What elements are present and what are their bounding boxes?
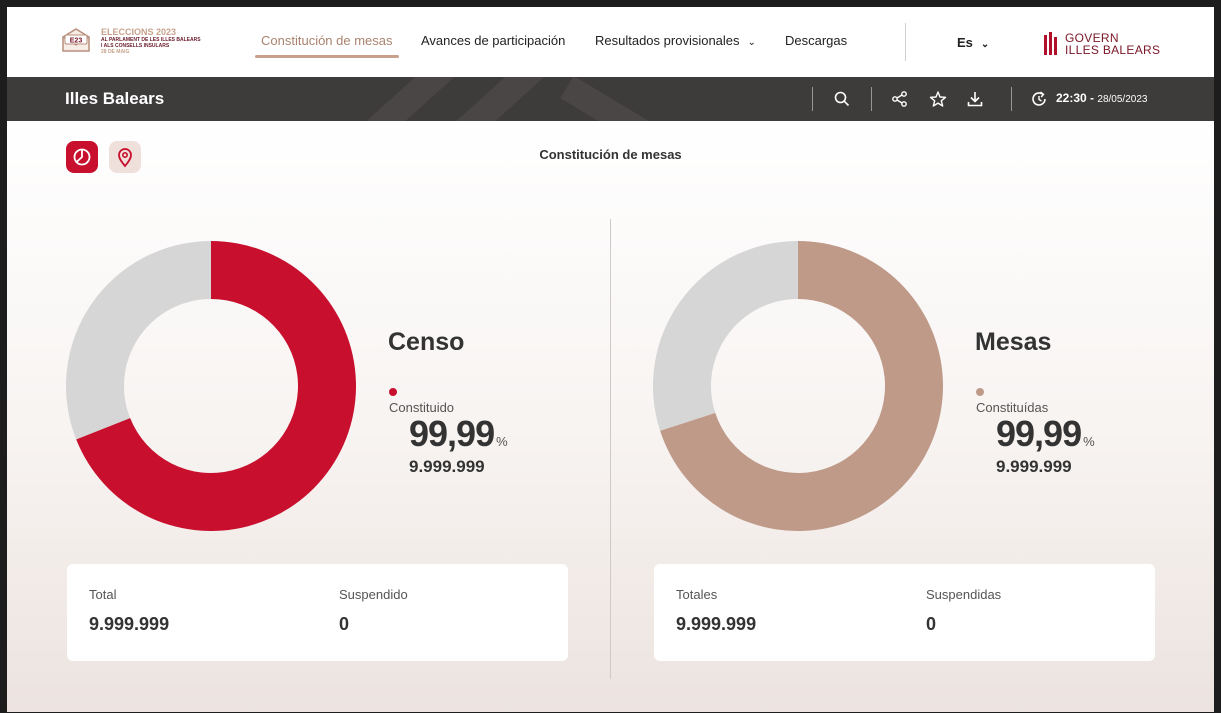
logo-line: ELECCIONS bbox=[101, 27, 154, 37]
refresh-clock-icon[interactable] bbox=[1030, 90, 1048, 108]
legend-dot bbox=[976, 388, 984, 396]
background-decoration bbox=[366, 77, 649, 121]
nav-descargas[interactable]: Descargas bbox=[785, 33, 847, 48]
bar-divider bbox=[871, 87, 872, 111]
count-value: 9.999.999 bbox=[996, 457, 1072, 476]
download-icon[interactable] bbox=[966, 90, 984, 108]
stat-value: 9.999.999 bbox=[676, 614, 757, 634]
search-icon[interactable] bbox=[833, 90, 851, 108]
panel-title: Censo bbox=[388, 328, 465, 356]
chevron-down-icon: ⌄ bbox=[747, 37, 756, 48]
donut-slice-remaining bbox=[66, 241, 211, 440]
share-icon[interactable] bbox=[891, 90, 909, 108]
app-window: E23 ELECCIONS 2023 AL PARLAMENT DE LES I… bbox=[7, 7, 1214, 712]
percent-value: 99,99% bbox=[996, 413, 1095, 454]
stat-label: Suspendido bbox=[339, 587, 408, 602]
stat-value: 0 bbox=[926, 614, 937, 634]
star-icon[interactable] bbox=[929, 90, 947, 108]
stat-label: Total bbox=[89, 587, 117, 602]
percent-value: 99,99% bbox=[409, 413, 508, 454]
govern-line: ILLES BALEARS bbox=[1065, 43, 1161, 57]
panel-title: Mesas bbox=[975, 328, 1052, 356]
chevron-down-icon: ⌄ bbox=[980, 39, 990, 50]
stat-label: Suspendidas bbox=[926, 587, 1002, 602]
page-title: Constitución de mesas bbox=[539, 147, 682, 162]
main-content: Constitución de mesas Censo Constituido … bbox=[7, 121, 1214, 712]
legend-item: Constituídas bbox=[976, 385, 1048, 415]
envelope-icon: E23 bbox=[62, 28, 90, 52]
donut-slice-remaining bbox=[653, 241, 798, 431]
legend-item: Constituido bbox=[389, 385, 454, 415]
panel-divider bbox=[610, 219, 611, 679]
nav-divider bbox=[905, 23, 906, 61]
count-value: 9.999.999 bbox=[409, 457, 485, 476]
censo-donut-chart bbox=[66, 241, 356, 531]
nav-constitucion-mesas[interactable]: Constitución de mesas bbox=[255, 33, 399, 58]
region-title: Illes Balears bbox=[65, 89, 165, 108]
stat-value: 0 bbox=[339, 614, 350, 634]
stat-label: Totales bbox=[676, 587, 718, 602]
govern-bars-icon bbox=[1044, 32, 1057, 55]
bar-divider bbox=[1011, 87, 1012, 111]
bar-divider bbox=[812, 87, 813, 111]
language-selector[interactable]: Es ⌄ bbox=[957, 35, 989, 50]
logo-badge: E23 bbox=[70, 38, 83, 45]
logo-line: 28 DE MAIG bbox=[101, 49, 130, 55]
top-navigation: E23 ELECCIONS 2023 AL PARLAMENT DE LES I… bbox=[7, 7, 1214, 77]
logo-year: 2023 bbox=[156, 27, 177, 37]
elections-logo[interactable]: E23 ELECCIONS 2023 AL PARLAMENT DE LES I… bbox=[57, 21, 227, 63]
logo-text: ELECCIONS 2023 AL PARLAMENT DE LES ILLES… bbox=[101, 27, 201, 55]
update-timestamp: 22:30 - 28/05/2023 bbox=[1056, 91, 1148, 105]
nav-avances-participacion[interactable]: Avances de participación bbox=[421, 33, 565, 48]
stat-value: 9.999.999 bbox=[89, 614, 170, 634]
stats-card: Totales 9.999.999 Suspendidas 0 bbox=[654, 564, 1155, 661]
stats-card: Total 9.999.999 Suspendido 0 bbox=[67, 564, 568, 661]
nav-resultados-provisionales[interactable]: Resultados provisionales ⌄ bbox=[595, 33, 756, 48]
region-bar: Illes Balears 22:30 - 28/05/2023 bbox=[7, 77, 1214, 121]
mesas-donut-chart bbox=[653, 241, 943, 531]
legend-dot bbox=[389, 388, 397, 396]
govern-logo[interactable]: GOVERN ILLES BALEARS bbox=[1043, 31, 1163, 59]
